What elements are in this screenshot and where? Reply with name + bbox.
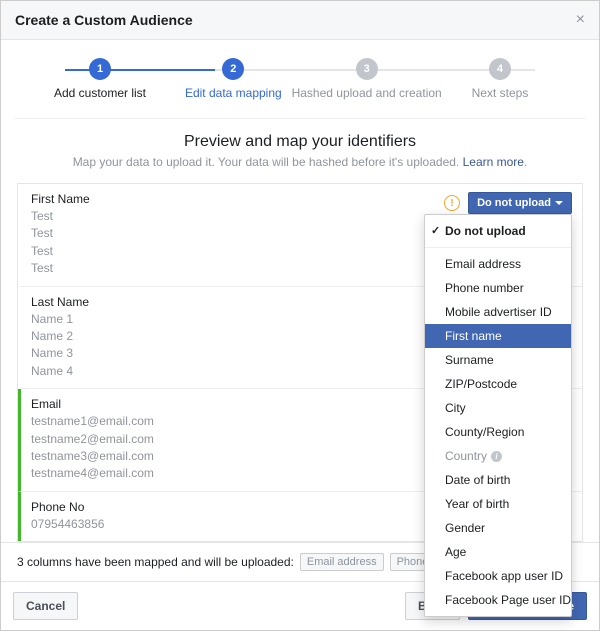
close-icon[interactable]: × bbox=[576, 11, 585, 29]
dropdown-item[interactable]: Surname bbox=[425, 348, 571, 372]
dropdown-group-label: Country bbox=[445, 449, 487, 463]
sample-value: testname4@email.com bbox=[31, 465, 154, 482]
cancel-button[interactable]: Cancel bbox=[13, 592, 78, 620]
column-header: Email bbox=[31, 397, 154, 411]
column-header: First Name bbox=[31, 192, 90, 206]
sample-value: Test bbox=[31, 208, 90, 225]
dialog-header: Create a Custom Audience × bbox=[1, 1, 599, 40]
section-title: Preview and map your identifiers bbox=[17, 133, 583, 151]
summary-text: 3 columns have been mapped and will be u… bbox=[17, 555, 294, 569]
identifier-dropdown-menu: Do not upload Email address Phone number… bbox=[424, 214, 572, 617]
dropdown-item[interactable]: Age bbox=[425, 540, 571, 564]
sample-value: Name 1 bbox=[31, 311, 89, 328]
step-circle: 3 bbox=[356, 58, 378, 80]
step-label: Next steps bbox=[472, 86, 529, 100]
mapping-card-first-name: First Name Test Test Test Test ! Do not … bbox=[18, 184, 582, 287]
column-header: Last Name bbox=[31, 295, 89, 309]
step-3: 3 Hashed upload and creation bbox=[302, 58, 432, 100]
dropdown-item[interactable]: Facebook app user ID bbox=[425, 564, 571, 588]
sample-value: testname3@email.com bbox=[31, 448, 154, 465]
dropdown-item[interactable]: Year of birth bbox=[425, 492, 571, 516]
section-desc-text: Map your data to upload it. Your data wi… bbox=[73, 155, 463, 169]
sample-value: testname1@email.com bbox=[31, 413, 154, 430]
dropdown-selected-label: Do not upload bbox=[477, 197, 551, 209]
dialog-title: Create a Custom Audience bbox=[15, 12, 193, 28]
mapping-cards: First Name Test Test Test Test ! Do not … bbox=[17, 183, 583, 542]
dropdown-item[interactable]: ZIP/Postcode bbox=[425, 372, 571, 396]
dialog-body: 1 Add customer list 2 Edit data mapping … bbox=[1, 40, 599, 542]
step-2: 2 Edit data mapping bbox=[168, 58, 298, 100]
warning-icon: ! bbox=[444, 195, 460, 211]
mapped-chip: Email address bbox=[300, 553, 384, 571]
sample-list: testname1@email.com testname2@email.com … bbox=[31, 413, 154, 483]
dropdown-item[interactable]: Facebook Page user ID bbox=[425, 588, 571, 612]
step-label: Hashed upload and creation bbox=[292, 86, 442, 100]
sample-value: Test bbox=[31, 243, 90, 260]
dropdown-item[interactable]: Gender bbox=[425, 516, 571, 540]
step-circle: 4 bbox=[489, 58, 511, 80]
sample-list: Name 1 Name 2 Name 3 Name 4 bbox=[31, 311, 89, 381]
dropdown-item[interactable]: Phone number bbox=[425, 276, 571, 300]
step-1: 1 Add customer list bbox=[35, 58, 165, 100]
step-circle: 2 bbox=[222, 58, 244, 80]
dropdown-item[interactable]: County/Region bbox=[425, 420, 571, 444]
learn-more-link[interactable]: Learn more bbox=[463, 155, 524, 169]
sample-value: Name 4 bbox=[31, 363, 89, 380]
section-description: Map your data to upload it. Your data wi… bbox=[17, 155, 583, 169]
sample-list: Test Test Test Test bbox=[31, 208, 90, 278]
step-label: Add customer list bbox=[54, 86, 146, 100]
step-4: 4 Next steps bbox=[435, 58, 565, 100]
sample-list: 07954463856 bbox=[31, 516, 104, 533]
sample-value: Name 2 bbox=[31, 328, 89, 345]
sample-value: Name 3 bbox=[31, 345, 89, 362]
step-circle: 1 bbox=[89, 58, 111, 80]
divider bbox=[15, 118, 585, 119]
step-label: Edit data mapping bbox=[185, 86, 282, 100]
create-audience-dialog: Create a Custom Audience × 1 Add custome… bbox=[0, 0, 600, 631]
dropdown-item[interactable]: Date of birth bbox=[425, 468, 571, 492]
sample-value: testname2@email.com bbox=[31, 431, 154, 448]
caret-down-icon bbox=[555, 201, 563, 205]
stepper: 1 Add customer list 2 Edit data mapping … bbox=[35, 58, 565, 100]
dropdown-item[interactable]: Mobile advertiser ID bbox=[425, 300, 571, 324]
dropdown-group-country: Country i bbox=[425, 444, 571, 468]
identifier-dropdown-button[interactable]: Do not upload bbox=[468, 192, 572, 214]
dropdown-item-do-not-upload[interactable]: Do not upload bbox=[425, 219, 571, 243]
sample-value: Test bbox=[31, 225, 90, 242]
dropdown-item[interactable]: Email address bbox=[425, 252, 571, 276]
info-icon[interactable]: i bbox=[491, 451, 502, 462]
dropdown-item[interactable]: City bbox=[425, 396, 571, 420]
sample-value: Test bbox=[31, 260, 90, 277]
dropdown-item-first-name[interactable]: First name bbox=[425, 324, 571, 348]
column-header: Phone No bbox=[31, 500, 104, 514]
dropdown-divider bbox=[425, 247, 571, 248]
sample-value: 07954463856 bbox=[31, 516, 104, 533]
